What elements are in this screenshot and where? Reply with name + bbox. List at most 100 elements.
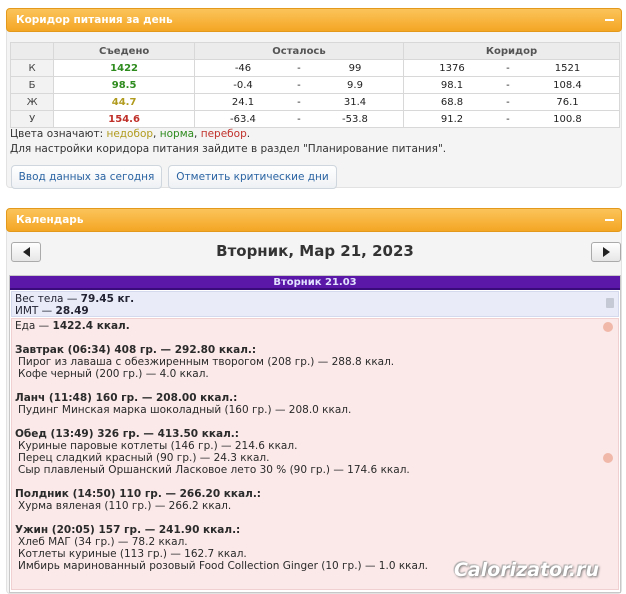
remaining-range: -63.4 - -53.8 <box>193 110 404 128</box>
range-dash: - <box>506 113 510 125</box>
range-dash: - <box>297 96 301 108</box>
remaining-range: 24.1 - 31.4 <box>193 93 404 111</box>
range-dash: - <box>506 62 510 74</box>
remaining-max: 9.9 <box>347 79 363 91</box>
eaten-value: 98.5 <box>53 76 195 94</box>
settings-note: Для настройки коридора питания зайдите в… <box>10 143 447 155</box>
corridor-max: 108.4 <box>553 79 582 91</box>
color-legend: Цвета означают: недобор, норма, перебор. <box>10 128 250 140</box>
meal-title[interactable]: Завтрак (06:34) 408 гр. — 292.80 ккал.: <box>15 344 615 356</box>
range-dash: - <box>297 113 301 125</box>
mark-critical-days-button[interactable]: Отметить критические дни <box>168 165 337 189</box>
corridor-range: 68.8 - 76.1 <box>402 93 621 111</box>
corridor-panel: Коридор питания за день Съедено Осталось… <box>6 8 622 189</box>
food-item: Перец сладкий красный (90 гр.) — 24.3 кк… <box>18 452 270 464</box>
corridor-range: 98.1 - 108.4 <box>402 76 621 94</box>
meal-title[interactable]: Полдник (14:50) 110 гр. — 266.20 ккал.: <box>15 488 615 500</box>
corridor-min: 68.8 <box>440 96 464 108</box>
remaining-min: -46 <box>234 62 252 74</box>
edit-hand-icon[interactable] <box>603 322 613 332</box>
range-dash: - <box>506 79 510 91</box>
weight-box: Вес тела — 79.45 кг. ИМТ — 28.49 <box>11 291 619 317</box>
food-item: Пирог из лаваша с обезжиренным творогом … <box>18 356 395 368</box>
corridor-max: 100.8 <box>553 113 582 125</box>
remaining-max: 99 <box>348 62 362 74</box>
date-title: Вторник, Мар 21, 2023 <box>216 242 414 260</box>
range-dash: - <box>297 62 301 74</box>
food-item: Хлеб МАГ (34 гр.) — 78.2 ккал. <box>18 536 188 548</box>
legend-prefix: Цвета означают: <box>10 128 107 140</box>
corridor-table: Съедено Осталось Коридор К 1422 -46 - 99 1376… <box>9 42 621 128</box>
collapse-icon[interactable] <box>603 14 615 26</box>
legend-over: перебор <box>200 128 247 140</box>
meal-title[interactable]: Ланч (11:48) 160 гр. — 208.00 ккал.: <box>15 392 615 404</box>
day-header: Вторник 21.03 <box>10 276 620 290</box>
remaining-max: 31.4 <box>343 96 367 108</box>
food-box: Еда — 1422.4 ккал. Завтрак (06:34) 408 г… <box>11 318 619 590</box>
weight-line: Вес тела — 79.45 кг. <box>15 293 615 305</box>
row-label: Б <box>9 76 55 94</box>
weight-label: Вес тела — <box>15 293 81 305</box>
watermark-logo: Calorizator.ru <box>453 559 599 581</box>
corridor-min: 1376 <box>439 62 465 74</box>
header-remaining: Осталось <box>193 42 404 60</box>
edit-hand-icon[interactable] <box>603 453 613 463</box>
range-dash: - <box>506 96 510 108</box>
food-total: 1422.4 ккал. <box>52 320 130 332</box>
bmi-label: ИМТ — <box>15 305 56 317</box>
legend-low: недобор <box>106 128 154 140</box>
eaten-value: 154.6 <box>53 110 195 128</box>
remaining-range: -46 - 99 <box>193 59 404 77</box>
calendar-panel-title: Календарь <box>16 214 84 226</box>
eaten-value: 1422 <box>53 59 195 77</box>
legend-comma-2: , <box>194 128 201 140</box>
corridor-panel-header: Коридор питания за день <box>6 8 622 32</box>
table-row: Б 98.5 -0.4 - 9.9 98.1 - 108.4 <box>9 76 621 94</box>
food-item: Кофе черный (200 гр.) — 4.0 ккал. <box>18 368 209 380</box>
food-item: Пудинг Минская марка шоколадный (160 гр.… <box>18 404 352 416</box>
table-row: У 154.6 -63.4 - -53.8 91.2 - 100.8 <box>9 110 621 128</box>
table-header-row: Съедено Осталось Коридор <box>9 42 621 60</box>
remaining-min: 24.1 <box>231 96 255 108</box>
table-row: К 1422 -46 - 99 1376 - 1521 <box>9 59 621 77</box>
legend-norm: норма <box>159 128 195 140</box>
table-row: Ж 44.7 24.1 - 31.4 68.8 - 76.1 <box>9 93 621 111</box>
header-label <box>9 42 55 60</box>
corridor-max: 1521 <box>554 62 581 74</box>
corridor-panel-title: Коридор питания за день <box>16 14 173 26</box>
food-item: Сыр плавленый Оршанский Ласковое лето 30… <box>18 464 410 476</box>
bmi-line: ИМТ — 28.49 <box>15 305 615 317</box>
trash-icon[interactable] <box>606 298 614 308</box>
next-day-button[interactable] <box>591 242 621 262</box>
row-label: У <box>9 110 55 128</box>
collapse-icon[interactable] <box>603 214 615 226</box>
arrow-right-icon <box>602 247 610 257</box>
eaten-value: 44.7 <box>53 93 195 111</box>
enter-today-data-button[interactable]: Ввод данных за сегодня <box>11 165 162 189</box>
header-corridor: Коридор <box>402 42 621 60</box>
calendar-panel-header: Календарь <box>6 208 622 232</box>
corridor-min: 91.2 <box>440 113 464 125</box>
corridor-range: 91.2 - 100.8 <box>402 110 621 128</box>
meal-title[interactable]: Обед (13:49) 326 гр. — 413.50 ккал.: <box>15 428 615 440</box>
remaining-range: -0.4 - 9.9 <box>193 76 404 94</box>
remaining-max: -53.8 <box>342 113 368 125</box>
row-label: К <box>9 59 55 77</box>
food-item: Куриные паровые котлеты (146 гр.) — 214.… <box>18 440 298 452</box>
remaining-min: -0.4 <box>233 79 253 91</box>
corridor-min: 98.1 <box>440 79 464 91</box>
food-label: Еда — <box>15 320 53 332</box>
header-eaten: Съедено <box>53 42 195 60</box>
day-entry: Вторник 21.03 Вес тела — 79.45 кг. ИМТ —… <box>9 275 621 593</box>
food-item: Хурма вяленая (110 гр.) — 266.2 ккал. <box>18 500 232 512</box>
legend-comma-1: , <box>153 128 160 140</box>
legend-end: . <box>246 128 251 140</box>
food-total-line: Еда — 1422.4 ккал. <box>15 320 615 332</box>
row-label: Ж <box>9 93 55 111</box>
weight-value: 79.45 кг. <box>80 293 135 305</box>
meal-title[interactable]: Ужин (20:05) 157 гр. — 241.90 ккал.: <box>15 524 615 536</box>
range-dash: - <box>297 79 301 91</box>
bmi-value: 28.49 <box>55 305 89 317</box>
remaining-min: -63.4 <box>230 113 256 125</box>
calendar-panel: Календарь Вторник, Мар 21, 2023 Вторник … <box>6 208 622 594</box>
